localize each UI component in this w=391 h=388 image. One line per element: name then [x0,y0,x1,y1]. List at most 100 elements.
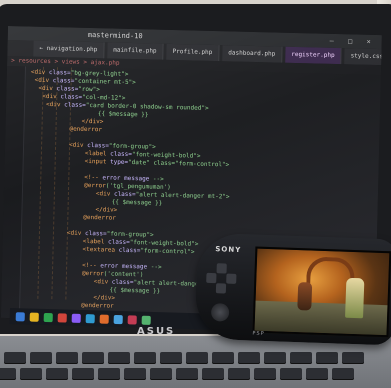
dpad-left [206,272,217,284]
keyboard-key [306,368,328,380]
code-token: type= [106,158,129,166]
code-token: "form-group"> [106,230,154,239]
code-token: <div [38,84,54,93]
code-token: "col-md-12"> [81,93,126,102]
taskbar-app-icon [99,314,109,324]
code-token: class= [104,238,130,247]
editor-tab-active: register.php [285,46,342,65]
code-token: class= [60,101,86,109]
taskbar-app-icon [43,312,53,322]
code-token: error message [96,262,151,271]
code-token: @enderror [83,213,116,222]
code-token: {{ $message }} [111,198,163,207]
keyboard-key [150,368,172,380]
taskbar-app-icon [29,312,39,322]
code-token: {{ $message }} [109,286,161,295]
code-token: ('content') [103,270,144,279]
code-token: <label [82,237,105,246]
code-token: <div [93,278,109,286]
code-token: --> [152,175,164,183]
code-token: @error [84,181,106,190]
code-line: {{ $message }} [109,287,160,296]
code-token: @enderror [69,125,103,134]
code-token: --> [150,263,162,271]
code-token: {{ $message }} [97,110,149,119]
keyboard-key [160,352,182,364]
code-token: "container mt-5"> [74,77,136,87]
code-token: class= [83,141,109,150]
laptop-keyboard [0,336,391,388]
key-row [4,352,364,364]
photo: mastermind-10 — □ × ← navigation.php mai… [0,0,391,388]
keyboard-key [30,352,52,364]
code-token: <!-- [84,173,99,182]
code-token: <textarea [82,245,116,254]
code-token: </div> [81,117,104,126]
psp-console: SONY PSP [194,232,391,346]
keyboard-key [0,368,16,380]
keyboard-key [202,368,224,380]
keyboard-key [228,368,250,380]
keyboard-key [20,368,42,380]
editor-window-title: mastermind-10 [87,30,143,41]
taskbar-app-icon [141,315,151,325]
taskbar-app-icon [15,311,25,321]
window-controls: — □ × [329,36,376,46]
taskbar-app-icon [85,313,95,323]
code-token: <input [84,157,107,166]
code-token: <div [34,76,50,85]
laptop-brand: ASUS [137,326,176,337]
keyboard-key [212,352,234,364]
code-token: <label [84,149,107,158]
code-token: "form-control"> [140,247,195,256]
keyboard-key [108,352,130,364]
code-token: <div [95,190,111,198]
dpad [206,263,237,294]
console-logo: SONY [215,245,242,255]
game-floor [254,300,388,336]
code-token: "date" class="form-control"> [127,158,230,169]
taskbar-app-icon [57,312,67,323]
dpad-up [216,263,227,274]
code-token: "row"> [78,85,100,94]
editor-tab: style.css [344,48,382,66]
code-token: <div [30,68,46,76]
keyboard-key [280,368,302,380]
code-token: @error [81,269,104,278]
code-line: {{ $message }} [112,199,163,208]
taskbar-app-icon [127,314,137,325]
keyboard-key [98,368,120,380]
editor-tab: dashboard.php [222,45,283,63]
code-token: "form-group"> [108,142,156,151]
editor-tab: Profile.php [166,43,220,62]
keyboard-key [176,368,198,380]
code-token: class= [45,68,71,77]
code-token: <div [42,92,57,101]
game-hero [345,277,365,319]
code-line: @enderror [83,214,116,223]
keyboard-key [342,352,364,364]
code-token: "bg-grey-light"> [70,69,129,78]
code-token: <div [46,100,61,109]
code-token: error message [98,174,154,183]
code-token: class= [106,150,132,159]
game-enemy [297,282,313,311]
editor-tab: ← navigation.php [33,40,105,59]
code-token: class= [114,246,141,255]
analog-stick [210,303,230,322]
keyboard-key [56,352,78,364]
keyboard-key [124,368,146,380]
code-line: <input type="date" class="form-control"> [85,158,230,170]
dpad-right [226,273,237,284]
code-token: class= [108,278,134,287]
keyboard-key [82,352,104,364]
code-token: <!-- [82,261,97,270]
console-brand: PSP [252,330,265,337]
keyboard-key [134,352,156,364]
dpad-down [215,283,227,294]
code-token: class= [52,85,79,93]
keyboard-key [332,368,354,380]
keyboard-key [254,368,276,380]
code-token: </div> [93,294,116,302]
code-line: @enderror [69,126,102,135]
